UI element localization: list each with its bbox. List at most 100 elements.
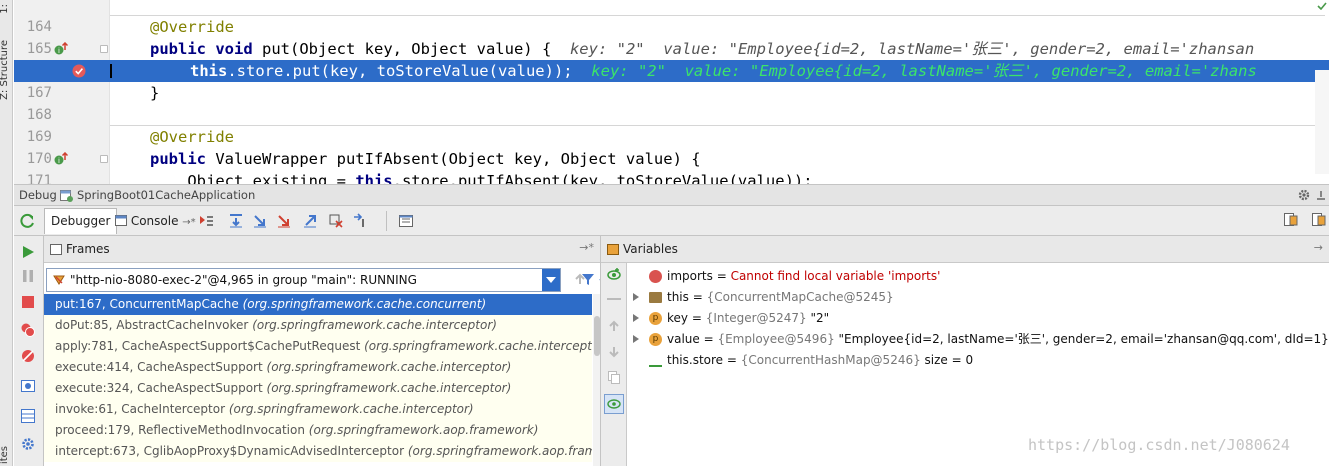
statement-text: .store.put(key, toStoreValue(value)); xyxy=(227,62,573,80)
code-editor[interactable]: 164 165 @Override 166 i public void put(… xyxy=(14,0,1329,184)
frame-row[interactable]: apply:781, CacheAspectSupport$CachePutRe… xyxy=(44,336,592,357)
text-caret xyxy=(110,64,112,78)
frames-panel: Frames →* "http-nio-8080-exec-2"@4,965 i… xyxy=(44,236,601,466)
error-icon xyxy=(649,270,662,283)
param-icon: p xyxy=(649,312,662,325)
frame-row[interactable]: put:167, ConcurrentMapCache (org.springf… xyxy=(44,294,592,315)
watch-icon xyxy=(649,354,662,367)
code-text: @Override xyxy=(122,16,234,38)
statement-text: .store.putIfAbsent(key, toStoreValue(val… xyxy=(392,172,813,184)
code-line[interactable]: Object existing = this.store.putIfAbsent… xyxy=(14,170,1329,184)
scrollbar-thumb[interactable] xyxy=(594,316,600,356)
show-execution-point-icon[interactable] xyxy=(198,213,214,229)
frames-panel-header: Frames →* xyxy=(44,236,600,263)
variable-value: {Employee@5496} xyxy=(717,332,835,346)
expand-arrow-icon[interactable] xyxy=(633,314,639,322)
variable-extra: size = 0 xyxy=(920,353,974,367)
code-line[interactable]: 166 i public void put(Object key, Object… xyxy=(14,38,1329,79)
stop-icon[interactable] xyxy=(20,294,36,310)
fold-marker[interactable] xyxy=(100,155,108,163)
frame-row[interactable]: invoke:61, CacheInterceptor (org.springf… xyxy=(44,399,592,420)
watermark: https://blog.csdn.net/J080624 xyxy=(1028,436,1290,454)
copy-icon[interactable] xyxy=(607,370,621,384)
layout-settings-icon[interactable] xyxy=(1311,212,1327,228)
run-to-cursor-icon[interactable] xyxy=(352,213,368,229)
resume-program-icon[interactable] xyxy=(20,244,36,260)
annotation-text: @Override xyxy=(150,18,234,36)
frames-icon xyxy=(50,244,62,255)
hide-panel-icon[interactable] xyxy=(1315,189,1327,201)
code-text: public void put(Object key, Object value… xyxy=(122,38,1254,60)
variable-text: value = {Employee@5496} "Employee{id=2, … xyxy=(667,329,1329,350)
equals-sign: = xyxy=(699,332,718,346)
debug-tool-window-header: Debug SpringBoot01CacheApplication xyxy=(14,184,1329,206)
tab-debugger[interactable]: Debugger xyxy=(44,208,118,234)
editor-scrollbar[interactable] xyxy=(1315,70,1329,174)
code-line[interactable]: 170 @Override xyxy=(14,126,1329,167)
variable-text: imports = Cannot find local variable 'im… xyxy=(667,266,940,287)
chevron-down-icon[interactable] xyxy=(542,269,560,291)
annotation-text: @Override xyxy=(150,128,234,146)
settings-gear-icon[interactable] xyxy=(20,436,36,452)
frame-row[interactable]: execute:324, CacheAspectSupport (org.spr… xyxy=(44,378,592,399)
mute-breakpoints-icon[interactable] xyxy=(20,348,36,364)
equals-sign: = xyxy=(688,290,707,304)
evaluate-expression-icon[interactable] xyxy=(398,213,414,229)
new-watch-icon[interactable] xyxy=(606,267,622,283)
variable-name: key xyxy=(667,311,689,325)
structure-tool-window-button[interactable]: Z: Structure xyxy=(0,40,10,100)
show-watches-icon[interactable] xyxy=(604,394,624,414)
override-marker-icon[interactable]: i xyxy=(54,152,68,166)
breakpoint-icon[interactable] xyxy=(72,64,86,78)
expand-arrow-icon[interactable] xyxy=(633,335,639,343)
current-execution-line[interactable]: 167 this.store.put(key, toStoreValue(val… xyxy=(14,60,1329,101)
get-thread-dump-icon[interactable] xyxy=(20,378,36,394)
gear-icon[interactable] xyxy=(1297,188,1311,202)
left-tool-strip: 1: Z: Structure ites xyxy=(0,0,13,466)
favorites-tool-window-button[interactable]: ites xyxy=(0,446,10,464)
pause-program-icon[interactable] xyxy=(20,268,36,284)
method-signature: ValueWrapper putIfAbsent(Object key, Obj… xyxy=(206,150,701,168)
frame-row[interactable]: doPut:85, AbstractCacheInvoker (org.spri… xyxy=(44,315,592,336)
remove-watch-icon[interactable] xyxy=(607,298,621,300)
view-breakpoints-icon[interactable] xyxy=(20,322,36,338)
expand-arrow-icon[interactable] xyxy=(633,293,639,301)
inline-debug-value: key: "2" value: "Employee{id=2, lastName… xyxy=(569,40,1255,58)
override-marker-icon[interactable]: i xyxy=(54,42,68,56)
step-over-icon[interactable] xyxy=(228,213,244,229)
restore-layout-icon[interactable] xyxy=(1283,212,1299,228)
debug-side-toolbar xyxy=(14,236,44,466)
variables-panel-header: Variables → xyxy=(601,236,1329,263)
param-icon: p xyxy=(649,333,662,346)
frame-package: (org.springframework.aop.framework) xyxy=(308,423,539,437)
frame-row[interactable]: intercept:673, CglibAopProxy$DynamicAdvi… xyxy=(44,441,592,462)
run-config-name[interactable]: SpringBoot01CacheApplication xyxy=(77,188,255,202)
drop-frame-icon[interactable] xyxy=(328,213,344,229)
code-line[interactable]: 165 @Override xyxy=(14,16,1329,57)
filter-icon[interactable] xyxy=(581,272,595,286)
svg-text:i: i xyxy=(58,47,60,55)
frame-method: apply:781, CacheAspectSupport$CachePutRe… xyxy=(55,339,361,353)
restore-layout-side-icon[interactable] xyxy=(20,408,36,424)
code-line[interactable]: 169 xyxy=(14,104,1329,145)
force-step-into-icon[interactable] xyxy=(276,213,292,229)
move-down-icon[interactable] xyxy=(607,345,621,359)
move-up-icon[interactable] xyxy=(607,319,621,333)
thread-dropdown[interactable]: "http-nio-8080-exec-2"@4,965 in group "m… xyxy=(46,268,561,292)
variable-text: key = {Integer@5247} "2" xyxy=(667,308,829,329)
step-out-icon[interactable] xyxy=(302,213,318,229)
fold-marker[interactable] xyxy=(100,45,108,53)
code-line[interactable]: 164 xyxy=(14,0,1329,35)
rerun-icon[interactable] xyxy=(20,213,36,229)
code-line[interactable]: 168 } xyxy=(14,82,1329,123)
frames-scrollbar[interactable] xyxy=(593,294,600,466)
step-into-icon[interactable] xyxy=(252,213,268,229)
frame-row[interactable]: execute:414, CacheAspectSupport (org.spr… xyxy=(44,357,592,378)
frame-row[interactable]: proceed:179, ReflectiveMethodInvocation … xyxy=(44,420,592,441)
keyword-public: public xyxy=(150,40,206,58)
code-line[interactable]: 171 i public ValueWrapper putIfAbsent(Ob… xyxy=(14,148,1329,184)
tab-console[interactable]: Console →* xyxy=(108,208,203,234)
variables-pin-button[interactable]: → xyxy=(1314,241,1323,254)
tool-window-label-top[interactable]: 1: xyxy=(0,4,10,14)
frames-pin-button[interactable]: →* xyxy=(579,241,594,254)
